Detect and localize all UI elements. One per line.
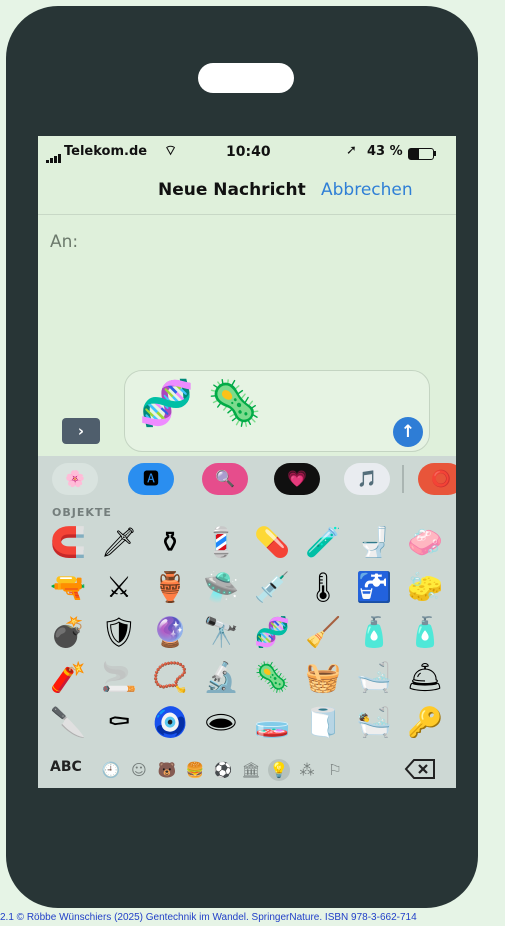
clock: 10:40 <box>226 144 271 160</box>
message-input[interactable]: 🧬 🦠 ↑ <box>124 370 430 452</box>
emoji-key[interactable]: 🧨 <box>44 655 92 699</box>
emoji-key[interactable]: ⚔ <box>95 565 143 609</box>
figure-caption: 2.1 © Röbbe Wünschiers (2025) Gentechnik… <box>0 912 417 923</box>
emoji-key[interactable]: 🧼 <box>401 520 449 564</box>
emoji-category-label: OBJEKTE <box>52 506 112 519</box>
objects-icon[interactable]: 💡 <box>268 759 290 781</box>
flags-icon[interactable]: ⚐ <box>324 759 346 781</box>
emoji-key[interactable]: 🌡 <box>299 565 347 609</box>
page-title: Neue Nachricht <box>158 180 306 200</box>
emoji-key[interactable]: 💈 <box>197 520 245 564</box>
emoji-key[interactable]: 🧬 <box>248 610 296 654</box>
emoji-key[interactable]: 🧴 <box>401 610 449 654</box>
app-strip: 🌸 🅰 🔍 💗 🎵 ⭕ <box>38 456 456 502</box>
emoji-grid: 🧲 🗡 ⚱ 💈 💊 🧪 🚽 🧼 🔫 ⚔ 🏺 🛸 💉 🌡 🚰 🧽 💣 🛡 🔮 🔭 🧬 🧹 🧴 🧴 🧨 🚬 📿 🔬 🦠 🧺 🛁 🛎 🔪 ⚰ 🧿 🕳 🧫 🧻 🛀 🔑 <box>44 520 456 748</box>
emoji-key[interactable]: 🗡 <box>95 520 143 564</box>
music-icon[interactable]: 🎵 <box>344 463 390 495</box>
backspace-icon[interactable] <box>404 758 436 780</box>
cancel-button[interactable]: Abbrechen <box>321 180 413 200</box>
emoji-key[interactable]: 🛁 <box>350 655 398 699</box>
emoji-key[interactable]: 🧪 <box>299 520 347 564</box>
emoji-key[interactable]: 🚽 <box>350 520 398 564</box>
emoji-key[interactable]: 🔮 <box>146 610 194 654</box>
emoji-key[interactable]: 🧺 <box>299 655 347 699</box>
emoji-key[interactable]: 📿 <box>146 655 194 699</box>
emoji-key[interactable]: 🔪 <box>44 700 92 744</box>
more-apps-icon[interactable]: ⭕ <box>418 463 456 495</box>
abc-key[interactable]: ABC <box>50 759 82 775</box>
message-emoji-dna: 🧬 <box>139 378 194 429</box>
smileys-icon[interactable]: ☺ <box>128 759 150 781</box>
symbols-icon[interactable]: ⁂ <box>296 759 318 781</box>
wifi-icon: ⌔ <box>164 143 178 159</box>
activity-icon[interactable]: ⚽ <box>212 759 234 781</box>
battery-percent: 43 % <box>367 144 403 159</box>
emoji-key[interactable]: 🧽 <box>401 565 449 609</box>
emoji-key[interactable]: 🛀 <box>350 700 398 744</box>
animals-icon[interactable]: 🐻 <box>156 759 178 781</box>
emoji-key[interactable]: 🕳 <box>197 700 245 744</box>
emoji-key[interactable]: 🏺 <box>146 565 194 609</box>
battery-icon <box>408 148 434 160</box>
keyboard-bottom-bar: ABC 🕘 ☺ 🐻 🍔 ⚽ 🏛 💡 ⁂ ⚐ <box>38 750 456 788</box>
emoji-key[interactable]: 🔑 <box>401 700 449 744</box>
emoji-key[interactable]: 🔬 <box>197 655 245 699</box>
emoji-key[interactable]: 🧲 <box>44 520 92 564</box>
emoji-key[interactable]: 🔭 <box>197 610 245 654</box>
digital-touch-icon[interactable]: 💗 <box>274 463 320 495</box>
travel-icon[interactable]: 🏛 <box>240 759 262 781</box>
emoji-key[interactable]: 🧹 <box>299 610 347 654</box>
nav-divider <box>38 214 456 215</box>
phone-speaker <box>198 63 294 93</box>
app-strip-divider <box>402 465 404 493</box>
emoji-key[interactable]: 💊 <box>248 520 296 564</box>
emoji-key[interactable]: 🚰 <box>350 565 398 609</box>
photos-app-icon[interactable]: 🌸 <box>52 463 98 495</box>
emoji-key[interactable]: 🚬 <box>95 655 143 699</box>
food-icon[interactable]: 🍔 <box>184 759 206 781</box>
send-button[interactable]: ↑ <box>393 417 423 447</box>
emoji-key[interactable]: 💣 <box>44 610 92 654</box>
emoji-key[interactable]: 🧴 <box>350 610 398 654</box>
signal-icon <box>46 148 62 163</box>
recipient-field-label: An: <box>50 232 79 252</box>
expand-apps-button[interactable]: › <box>62 418 100 444</box>
app-store-icon[interactable]: 🅰 <box>128 463 174 495</box>
phone-frame: Telekom.de ⌔ 10:40 ➚ 43 % Neue Nachricht… <box>6 6 478 908</box>
message-emoji-microbe: 🦠 <box>207 378 262 429</box>
emoji-key[interactable]: 🛡 <box>95 610 143 654</box>
carrier-name: Telekom.de <box>64 144 148 159</box>
recent-icon[interactable]: 🕘 <box>100 759 122 781</box>
emoji-key[interactable]: 🦠 <box>248 655 296 699</box>
emoji-keyboard: 🌸 🅰 🔍 💗 🎵 ⭕ OBJEKTE 🧲 🗡 ⚱ 💈 💊 🧪 🚽 🧼 🔫 ⚔ 🏺 🛸 💉 🌡 🚰 🧽 💣 🛡 🔮 🔭 🧬 🧹 🧴 🧴 🧨… <box>38 456 456 788</box>
phone-screen: Telekom.de ⌔ 10:40 ➚ 43 % Neue Nachricht… <box>38 136 456 788</box>
image-search-icon[interactable]: 🔍 <box>202 463 248 495</box>
emoji-key[interactable]: 🛸 <box>197 565 245 609</box>
emoji-key[interactable]: 🧻 <box>299 700 347 744</box>
emoji-key[interactable]: ⚱ <box>146 520 194 564</box>
status-bar: Telekom.de ⌔ 10:40 ➚ 43 % <box>38 136 456 168</box>
battery-tip <box>434 151 436 156</box>
emoji-key[interactable]: 🧫 <box>248 700 296 744</box>
location-icon: ➚ <box>346 143 357 158</box>
emoji-key[interactable]: 🛎 <box>401 655 449 699</box>
emoji-key[interactable]: ⚰ <box>95 700 143 744</box>
emoji-key[interactable]: 💉 <box>248 565 296 609</box>
emoji-key[interactable]: 🧿 <box>146 700 194 744</box>
emoji-key[interactable]: 🔫 <box>44 565 92 609</box>
